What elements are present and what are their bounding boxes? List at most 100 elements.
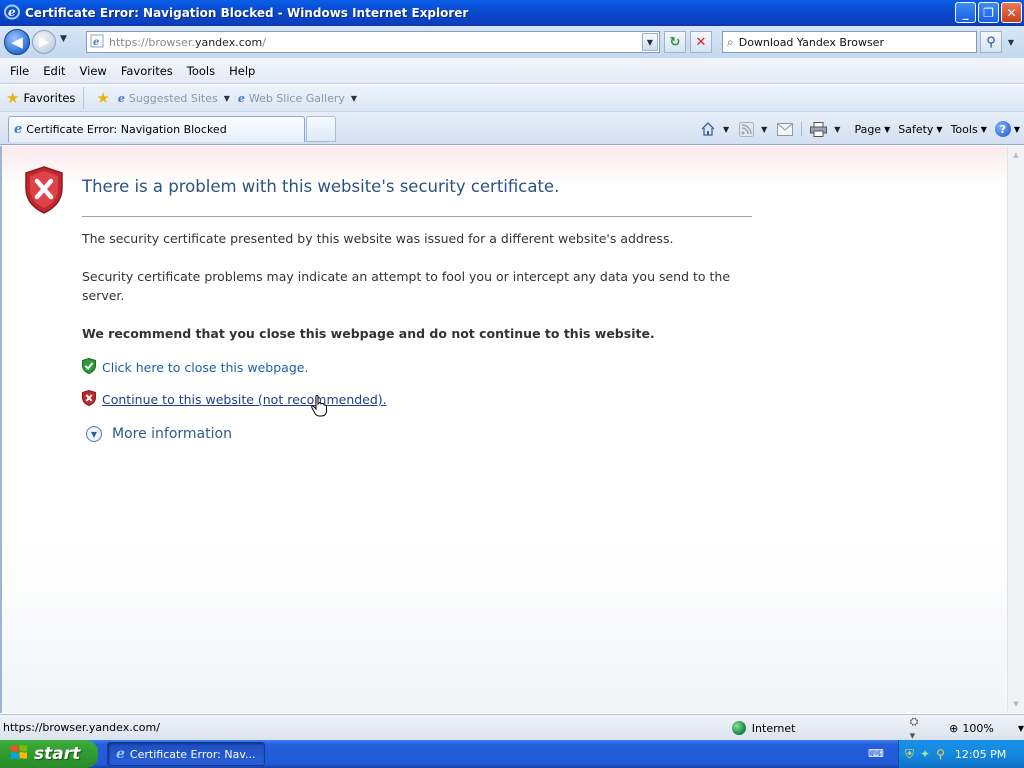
network-tray-icon[interactable]: ✦ [920,747,930,761]
address-dropdown-button[interactable]: ▼ [642,33,658,51]
stop-icon: ✕ [695,34,707,50]
tools-menu-label: Tools [950,122,978,136]
window-controls: _ ❐ ✕ [955,2,1022,23]
favorites-label: Favorites [23,91,76,105]
keyboard-icon[interactable]: ⌨ [868,747,884,760]
feeds-icon[interactable] [739,121,755,137]
error-shield-icon [24,166,64,217]
stop-button[interactable]: ✕ [690,31,712,53]
mail-icon[interactable] [777,122,794,136]
hand-cursor-icon [311,394,327,420]
help-menu-button[interactable]: ? ▼ [994,121,1020,137]
tools-menu-button[interactable]: Tools ▼ [951,123,987,136]
menu-help[interactable]: Help [222,64,262,78]
toolbar-divider [801,122,803,136]
scroll-down-icon[interactable]: ▼ [1010,697,1022,711]
print-dropdown-chevron-icon[interactable]: ▼ [834,125,840,134]
title-divider [82,216,752,217]
suggested-sites-link[interactable]: e Suggested Sites ▼ [118,92,230,105]
zoom-dropdown-chevron-icon[interactable]: ▼ [1018,724,1024,733]
home-dropdown-chevron-icon[interactable]: ▼ [723,125,729,134]
expand-chevron-icon: ▼ [86,426,102,442]
more-information-label: More information [112,426,232,442]
minimize-button[interactable]: _ [955,2,976,23]
scroll-up-icon[interactable]: ▲ [1010,148,1022,162]
taskbar-item-ie[interactable]: e Certificate Error: Nav... [107,742,265,766]
vertical-scrollbar[interactable]: ▲ ▼ [1007,146,1024,713]
menu-view[interactable]: View [73,64,114,78]
svg-text:e: e [93,37,99,48]
clock[interactable]: 12:05 PM [955,748,1006,761]
internet-zone-globe-icon [732,721,746,735]
search-input[interactable]: ⌕ Download Yandex Browser [722,31,977,53]
start-button[interactable]: start [0,740,98,768]
search-icon: ⚲ [986,34,996,50]
menu-file[interactable]: File [3,64,36,78]
feeds-dropdown-chevron-icon: ▼ [761,124,768,134]
security-shield-tray-icon[interactable]: ⛨ [905,747,914,762]
recommendation-text: We recommend that you close this webpage… [82,326,655,341]
recent-pages-dropdown[interactable]: ▼ [60,34,72,48]
tab-command-bar: e Certificate Error: Navigation Blocked … [0,112,1024,145]
search-text[interactable]: Download Yandex Browser [739,36,884,49]
protected-mode-icon[interactable]: ⛭ ▾ [910,715,928,742]
red-shield-icon [82,389,96,409]
favorites-button[interactable]: ★ Favorites [6,87,85,109]
chevron-down-icon: ▼ [884,124,891,134]
address-bar[interactable]: e https://browser.yandex.com/ ▼ [86,31,660,53]
menu-bar: File Edit View Favorites Tools Help [0,58,1024,84]
web-slice-gallery-label: Web Slice Gallery [248,91,345,105]
zoom-icon: ⊕ [949,721,959,735]
more-information-toggle[interactable]: ▼ More information [86,426,232,442]
chevron-down-icon: ▼ [1013,124,1020,134]
print-icon[interactable] [810,121,828,137]
safety-menu-label: Safety [898,122,934,136]
forward-button[interactable]: ▶ [32,30,56,54]
back-arrow-icon: ◀ [11,33,23,51]
ie-page-icon: e [117,91,125,105]
chevron-down-icon: ▼ [980,124,987,134]
command-toolbar: ▼ ▼ ▼ Page ▼ Safety ▼ Tools ▼ ? ▼ [700,118,1020,140]
description-paragraph-2: Security certificate problems may indica… [82,269,731,303]
page-menu-label: Page [854,122,882,136]
ie-page-icon: e [14,122,23,137]
continue-to-website-link[interactable]: Continue to this website (not recommende… [102,392,387,407]
new-tab-button[interactable] [306,116,336,142]
search-tray-icon[interactable]: ⚲ [936,747,945,761]
page-menu-button[interactable]: Page ▼ [854,123,890,136]
close-webpage-link[interactable]: Click here to close this webpage. [102,360,308,375]
ie-logo-icon: e [4,4,20,23]
refresh-button[interactable]: ↻ [664,31,686,53]
zoom-control[interactable]: ⊕ 100% ▼ [949,722,1024,735]
tab-label: Certificate Error: Navigation Blocked [26,123,227,136]
window-title: Certificate Error: Navigation Blocked - … [25,6,469,20]
ie-logo-icon: e [116,746,125,762]
menu-edit[interactable]: Edit [36,64,72,78]
status-url: https://browser.yandex.com/ [3,721,160,734]
search-options-dropdown[interactable]: ▼ [1004,31,1018,53]
safety-menu-button[interactable]: Safety ▼ [898,123,942,136]
chevron-down-icon: ▼ [223,93,230,103]
back-button[interactable]: ◀ [4,29,30,55]
restore-button[interactable]: ❐ [978,2,999,23]
search-button[interactable]: ⚲ [980,31,1002,53]
close-window-button[interactable]: ✕ [1001,2,1022,23]
menu-tools[interactable]: Tools [180,64,222,78]
tab-certificate-error[interactable]: e Certificate Error: Navigation Blocked [8,116,305,142]
menu-favorites[interactable]: Favorites [114,64,180,78]
add-to-favorites-bar-icon[interactable]: ★ [96,89,109,107]
window-title-bar: e Certificate Error: Navigation Blocked … [0,0,1024,26]
favorites-bar: ★ Favorites ★ e Suggested Sites ▼ e Web … [0,85,1024,112]
web-slice-gallery-link[interactable]: e Web Slice Gallery ▼ [238,92,357,105]
address-url[interactable]: https://browser.yandex.com/ [109,36,266,49]
windows-flag-icon [10,744,28,765]
security-zone[interactable]: Internet [752,722,900,735]
page-icon: e [90,34,104,51]
forward-arrow-icon: ▶ [39,34,49,50]
home-icon[interactable] [700,121,716,137]
green-shield-icon [82,357,96,377]
suggested-sites-label: Suggested Sites [128,91,218,105]
page-title: There is a problem with this website's s… [82,177,560,196]
refresh-icon: ↻ [669,34,681,50]
url-domain: yandex.com [194,35,263,49]
